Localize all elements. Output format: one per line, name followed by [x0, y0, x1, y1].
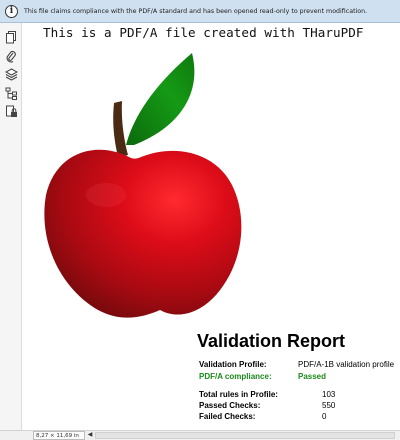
apple-leaf — [126, 53, 195, 145]
apple-illustration — [44, 53, 242, 318]
apple-stem — [113, 101, 128, 157]
validation-report-title: Validation Report — [197, 331, 346, 351]
passed-checks-value: 550 — [322, 401, 336, 410]
security-lock-icon[interactable] — [3, 103, 19, 119]
horizontal-scrollbar[interactable] — [95, 432, 395, 439]
pdfa-info-bar: i This file claims compliance with the P… — [0, 0, 400, 23]
status-bar: 8,27 × 11,69 in ◀ — [0, 430, 400, 440]
page-size-indicator: 8,27 × 11,69 in — [33, 431, 85, 440]
profile-label: Validation Profile: — [199, 360, 267, 369]
attachments-icon[interactable] — [3, 48, 19, 64]
total-rules-label: Total rules in Profile: — [199, 390, 278, 399]
profile-value: PDF/A-1B validation profile — [298, 360, 395, 369]
info-bar-message: This file claims compliance with the PDF… — [24, 7, 368, 15]
apple-body — [44, 149, 242, 318]
info-icon: i — [5, 4, 18, 18]
compliance-value: Passed — [298, 372, 327, 381]
passed-checks-label: Passed Checks: — [199, 401, 261, 410]
layers-icon[interactable] — [3, 66, 19, 82]
total-rules-value: 103 — [322, 390, 336, 399]
pages-panel-icon[interactable] — [3, 29, 19, 45]
document-heading: This is a PDF/A file created with THaruP… — [43, 25, 364, 40]
failed-checks-value: 0 — [322, 412, 327, 421]
structure-tree-icon[interactable] — [3, 85, 19, 101]
compliance-label: PDF/A compliance: — [199, 372, 272, 381]
failed-checks-label: Failed Checks: — [199, 412, 256, 421]
sidebar-toolbar — [0, 23, 22, 430]
scroll-left-icon[interactable]: ◀ — [86, 431, 94, 440]
